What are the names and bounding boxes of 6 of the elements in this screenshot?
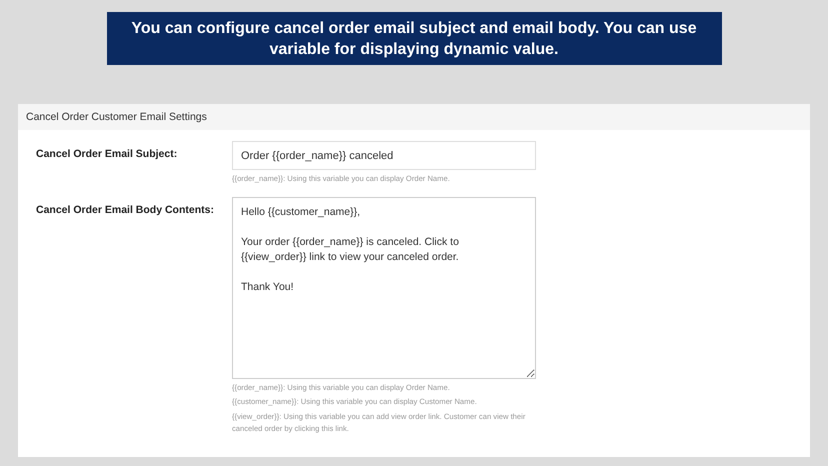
- panel-title: Cancel Order Customer Email Settings: [18, 104, 810, 130]
- field-label: Cancel Order Email Body Contents:: [36, 202, 215, 218]
- subject-input[interactable]: Order {{order_name}} canceled: [232, 141, 536, 170]
- body-textarea[interactable]: Hello {{customer_name}}, Your order {{order_name}} is canceled. Click to {{view_order}} link to view your canceled order. Thank You!: [232, 196, 536, 378]
- field-label: Cancel Order Email Subject:: [36, 147, 178, 162]
- banner: You can configure cancel order email subject and email body. You can use variable for displaying dynamic value.: [106, 12, 722, 65]
